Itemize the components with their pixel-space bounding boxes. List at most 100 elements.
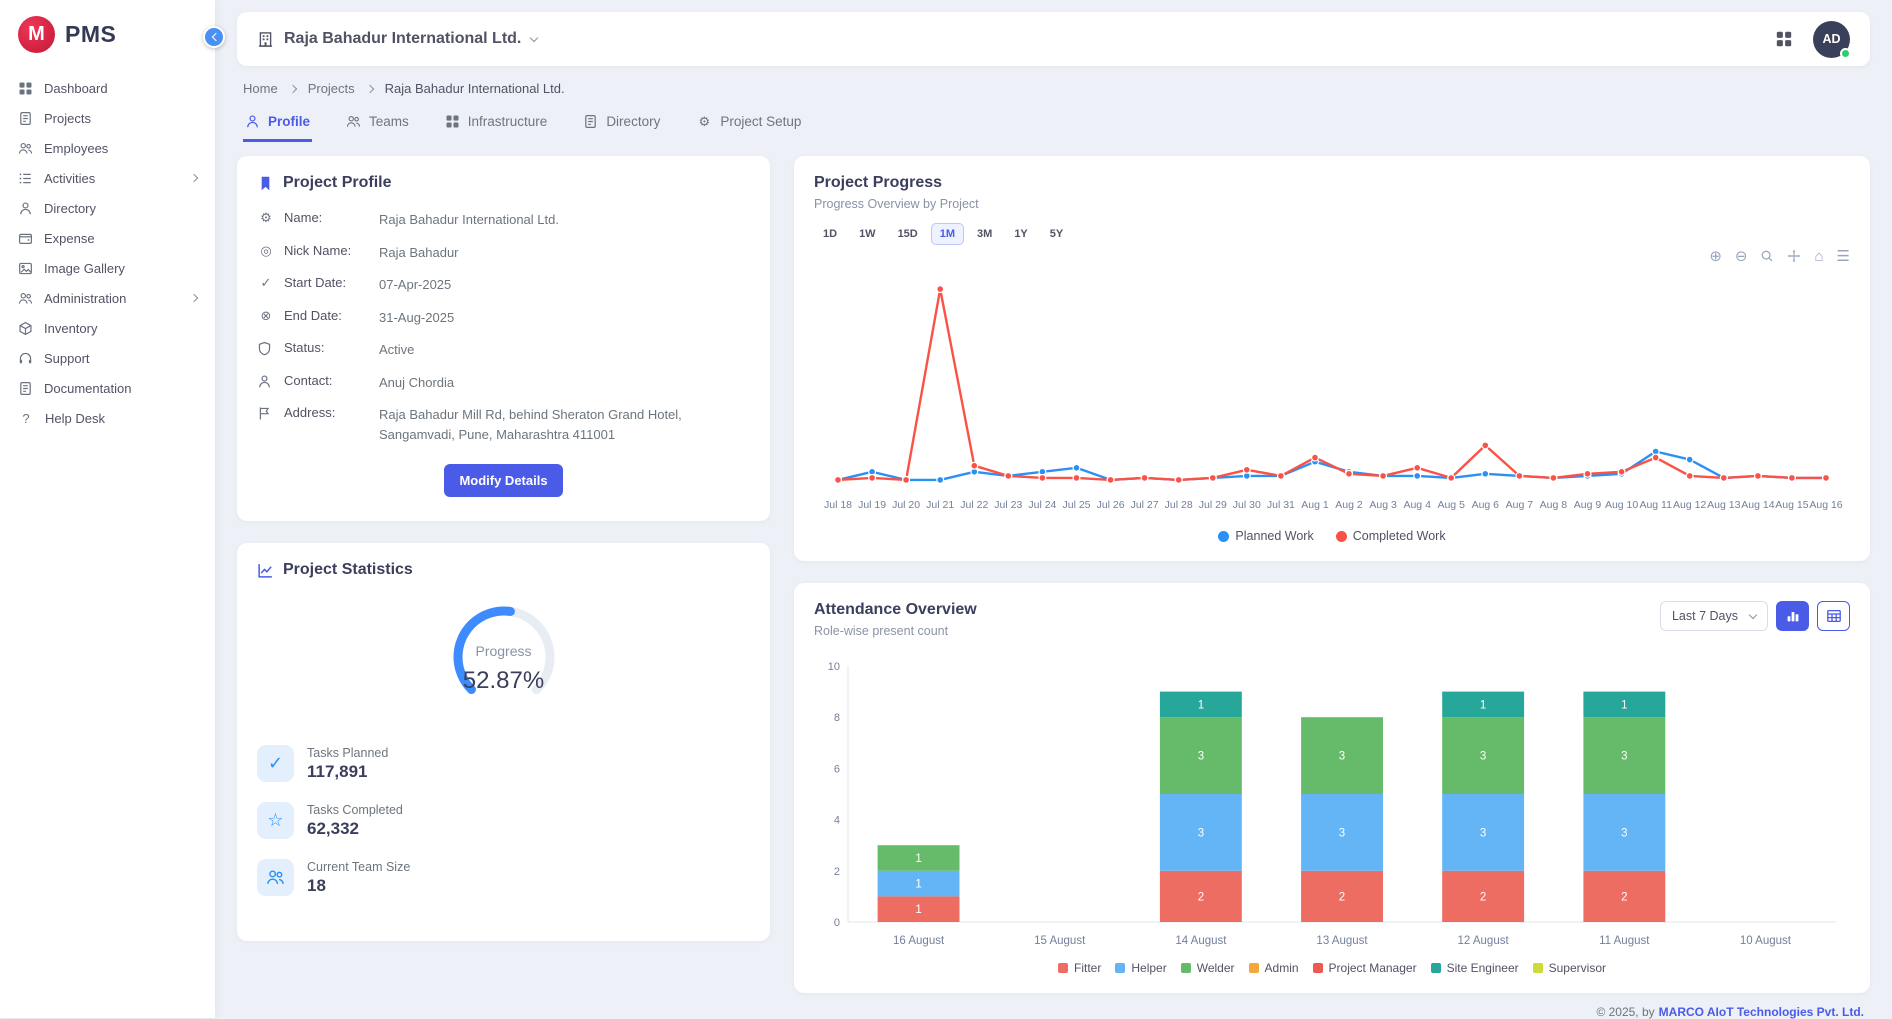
sidebar-item-employees[interactable]: Employees bbox=[0, 133, 215, 163]
svg-text:13 August: 13 August bbox=[1316, 935, 1368, 947]
fingerprint-icon: ◎ bbox=[257, 243, 275, 257]
company-selector[interactable]: Raja Bahadur International Ltd. bbox=[257, 30, 537, 48]
legend-item[interactable]: Planned Work bbox=[1218, 529, 1313, 543]
footer: © 2025, byMARCO AIoT Technologies Pvt. L… bbox=[243, 1005, 1864, 1019]
range-3m-button[interactable]: 3M bbox=[968, 223, 1001, 245]
progress-gauge: Progress 52.87% bbox=[429, 595, 579, 717]
svg-text:Aug 10: Aug 10 bbox=[1605, 499, 1638, 511]
selection-zoom-icon[interactable] bbox=[1760, 249, 1774, 263]
breadcrumb-home[interactable]: Home bbox=[243, 81, 278, 96]
svg-text:Aug 9: Aug 9 bbox=[1574, 499, 1602, 511]
svg-text:Aug 12: Aug 12 bbox=[1673, 499, 1706, 511]
tab-bar: Profile Teams Infrastructure Directory ⚙… bbox=[243, 108, 1864, 142]
tab-infrastructure[interactable]: Infrastructure bbox=[443, 108, 550, 142]
svg-text:Aug 3: Aug 3 bbox=[1369, 499, 1397, 511]
svg-text:Jul 25: Jul 25 bbox=[1062, 499, 1090, 511]
range-15d-button[interactable]: 15D bbox=[889, 223, 927, 245]
project-progress-plot[interactable]: Jul 18Jul 19Jul 20Jul 21Jul 22Jul 23Jul … bbox=[814, 265, 1850, 525]
svg-text:3: 3 bbox=[1480, 827, 1486, 839]
legend-item[interactable]: Helper bbox=[1115, 961, 1166, 975]
range-1w-button[interactable]: 1W bbox=[850, 223, 885, 245]
attendance-table-view-button[interactable] bbox=[1817, 601, 1850, 631]
box-icon bbox=[18, 321, 33, 336]
tab-profile[interactable]: Profile bbox=[243, 108, 312, 142]
svg-text:Jul 20: Jul 20 bbox=[892, 499, 920, 511]
sidebar-item-label: Employees bbox=[44, 141, 108, 156]
sidebar-item-label: Documentation bbox=[44, 381, 131, 396]
breadcrumb-projects[interactable]: Projects bbox=[308, 81, 355, 96]
svg-text:Aug 6: Aug 6 bbox=[1472, 499, 1500, 511]
document-icon bbox=[18, 381, 33, 396]
sidebar-item-administration[interactable]: Administration bbox=[0, 283, 215, 313]
attendance-bar-view-button[interactable] bbox=[1776, 601, 1809, 631]
sidebar-item-image-gallery[interactable]: Image Gallery bbox=[0, 253, 215, 283]
field-nick-name: ◎Nick Name:Raja Bahadur bbox=[257, 243, 750, 263]
user-avatar[interactable]: AD bbox=[1813, 21, 1850, 58]
svg-text:10 August: 10 August bbox=[1740, 935, 1792, 947]
svg-text:Aug 2: Aug 2 bbox=[1335, 499, 1363, 511]
attendance-range-select[interactable]: Last 7 Days bbox=[1660, 601, 1768, 631]
card-subtitle: Role-wise present count bbox=[814, 624, 977, 638]
range-1d-button[interactable]: 1D bbox=[814, 223, 846, 245]
svg-text:2: 2 bbox=[1339, 891, 1345, 903]
tab-project-setup[interactable]: ⚙Project Setup bbox=[694, 108, 803, 142]
building-icon bbox=[257, 31, 274, 48]
chart-menu-icon[interactable]: ☰ bbox=[1837, 249, 1850, 264]
circle-x-icon: ⊗ bbox=[257, 308, 275, 322]
svg-text:15 August: 15 August bbox=[1034, 935, 1086, 947]
contact-card-icon bbox=[583, 114, 598, 129]
tab-directory[interactable]: Directory bbox=[581, 108, 662, 142]
legend-item[interactable]: Site Engineer bbox=[1431, 961, 1519, 975]
legend-item[interactable]: Supervisor bbox=[1533, 961, 1606, 975]
app-logo[interactable]: M PMS bbox=[0, 0, 215, 65]
range-1m-button[interactable]: 1M bbox=[931, 223, 964, 245]
modify-details-button[interactable]: Modify Details bbox=[444, 464, 562, 497]
main-area: Raja Bahadur International Ltd. AD Home … bbox=[215, 0, 1892, 1018]
sidebar-item-activities[interactable]: Activities bbox=[0, 163, 215, 193]
svg-text:Jul 18: Jul 18 bbox=[824, 499, 852, 511]
svg-text:Aug 8: Aug 8 bbox=[1540, 499, 1568, 511]
field-address: Address:Raja Bahadur Mill Rd, behind She… bbox=[257, 405, 750, 444]
online-status-dot bbox=[1840, 48, 1851, 59]
card-title: Project Progress bbox=[814, 174, 942, 192]
employees-icon bbox=[18, 141, 33, 156]
sidebar-item-label: Inventory bbox=[44, 321, 97, 336]
sidebar-collapse-button[interactable] bbox=[203, 26, 225, 48]
legend-item[interactable]: Completed Work bbox=[1336, 529, 1446, 543]
svg-text:Aug 13: Aug 13 bbox=[1707, 499, 1740, 511]
tab-teams[interactable]: Teams bbox=[344, 108, 411, 142]
range-5y-button[interactable]: 5Y bbox=[1041, 223, 1072, 245]
sidebar-item-dashboard[interactable]: Dashboard bbox=[0, 73, 215, 103]
svg-text:Aug 14: Aug 14 bbox=[1741, 499, 1774, 511]
legend-item[interactable]: Welder bbox=[1181, 961, 1235, 975]
sidebar-item-documentation[interactable]: Documentation bbox=[0, 373, 215, 403]
range-1y-button[interactable]: 1Y bbox=[1005, 223, 1036, 245]
apps-grid-icon[interactable] bbox=[1775, 30, 1793, 48]
legend-item[interactable]: Fitter bbox=[1058, 961, 1101, 975]
sidebar-item-support[interactable]: Support bbox=[0, 343, 215, 373]
svg-text:6: 6 bbox=[834, 763, 840, 775]
svg-text:1: 1 bbox=[1480, 699, 1486, 711]
field-end-date: ⊗End Date:31-Aug-2025 bbox=[257, 308, 750, 328]
zoom-out-icon[interactable]: ⊖ bbox=[1735, 249, 1748, 264]
sidebar-item-help-desk[interactable]: ?Help Desk bbox=[0, 403, 215, 433]
panning-icon[interactable] bbox=[1787, 249, 1801, 263]
sidebar-item-expense[interactable]: Expense bbox=[0, 223, 215, 253]
footer-link[interactable]: MARCO AIoT Technologies Pvt. Ltd. bbox=[1659, 1005, 1864, 1019]
attendance-plot[interactable]: 024681011116 August15 August233114 Augus… bbox=[814, 652, 1850, 957]
project-progress-legend: Planned Work Completed Work bbox=[814, 529, 1850, 543]
check-icon: ✓ bbox=[257, 275, 275, 289]
svg-text:3: 3 bbox=[1198, 751, 1204, 763]
table-icon bbox=[1826, 608, 1842, 624]
legend-item[interactable]: Admin bbox=[1249, 961, 1299, 975]
reset-zoom-home-icon[interactable]: ⌂ bbox=[1814, 249, 1823, 264]
bar-chart-icon bbox=[1785, 608, 1801, 624]
legend-item[interactable]: Project Manager bbox=[1313, 961, 1417, 975]
sidebar-item-inventory[interactable]: Inventory bbox=[0, 313, 215, 343]
project-profile-card: Project Profile ⚙Name:Raja Bahadur Inter… bbox=[237, 156, 770, 521]
sidebar-item-projects[interactable]: Projects bbox=[0, 103, 215, 133]
zoom-in-icon[interactable]: ⊕ bbox=[1709, 249, 1722, 264]
activities-icon bbox=[18, 171, 33, 186]
sidebar-item-directory[interactable]: Directory bbox=[0, 193, 215, 223]
svg-text:Jul 19: Jul 19 bbox=[858, 499, 886, 511]
